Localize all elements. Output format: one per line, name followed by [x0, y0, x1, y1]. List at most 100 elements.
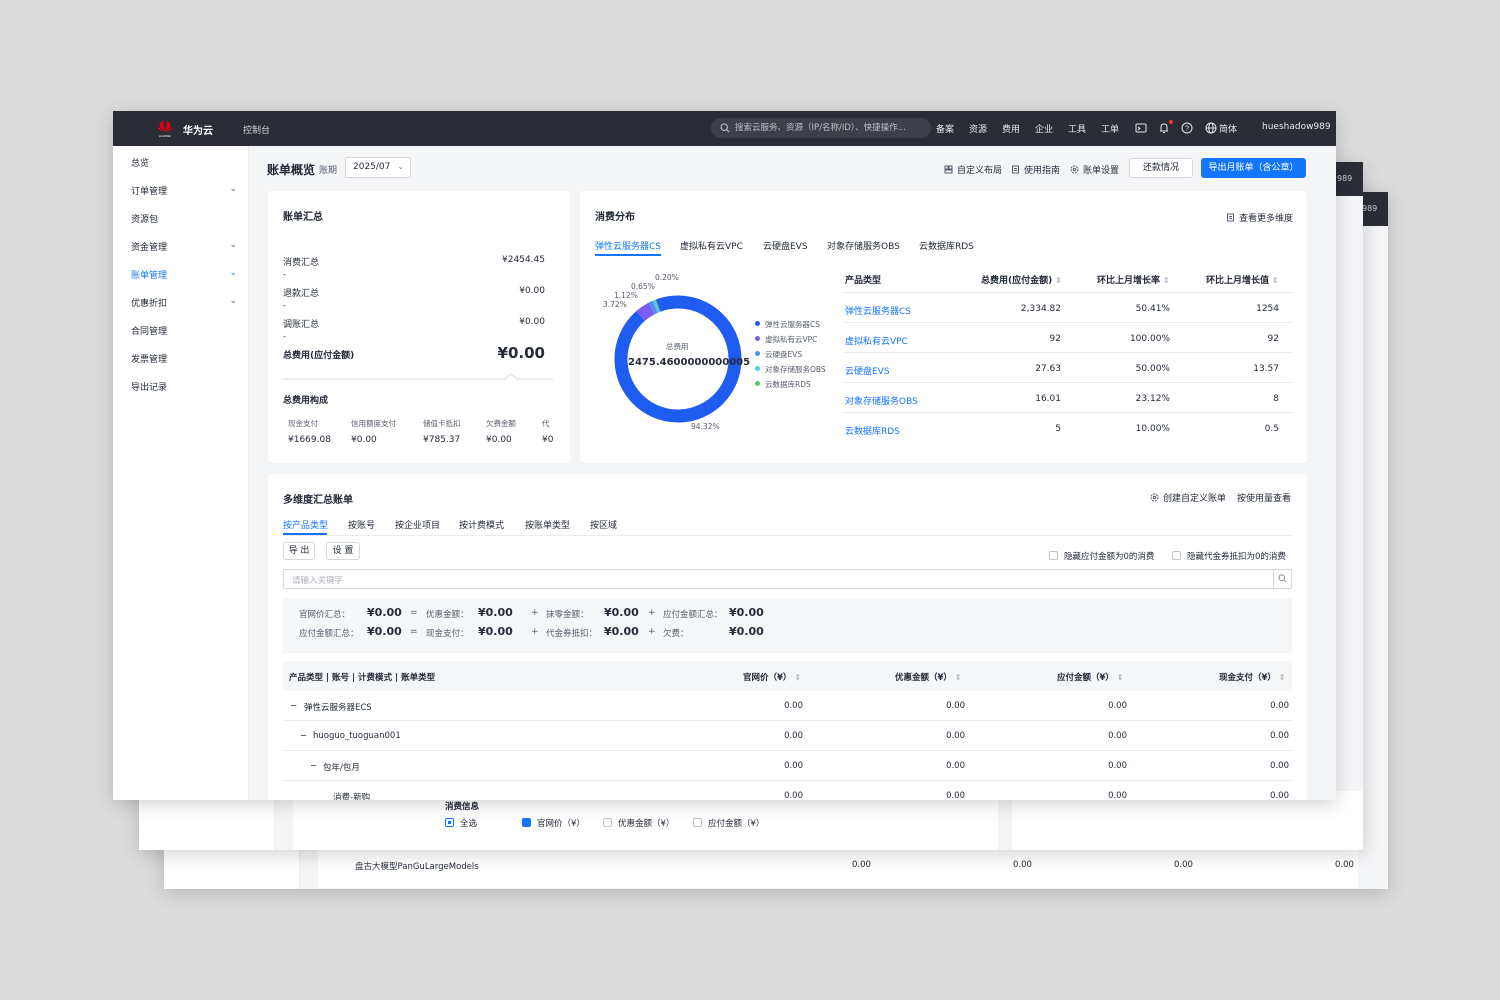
donut-slice[interactable] [648, 300, 658, 315]
gear-icon [1150, 493, 1159, 502]
background-user: 989 [1337, 174, 1353, 183]
brand-name[interactable]: 华为云 [183, 122, 213, 137]
donut-slice[interactable] [636, 302, 655, 321]
checkbox-discount[interactable]: 优惠金额（¥） [603, 817, 674, 829]
custom-layout-link[interactable]: 自定义布局 [944, 163, 1002, 176]
rate-cell: 50.00% [1135, 364, 1170, 374]
sidebar-item-funds[interactable]: 资金管理 ⌄ [131, 240, 237, 253]
background-table-row: 盘古大模型PanGuLargeModels 0.00 0.00 0.00 0.0… [318, 848, 1358, 888]
legend-item[interactable]: 弹性云服务器CS [755, 319, 820, 330]
export-button[interactable]: 导 出 [283, 542, 315, 560]
hide-zero-payable-checkbox[interactable]: 隐藏应付金额为0的消费 [1049, 550, 1154, 562]
nav-billing[interactable]: 费用 [1002, 122, 1020, 135]
product-link[interactable]: 虚拟私有云VPC [845, 334, 908, 347]
main-content: 账单概览 账期 2025/07 ⌄ 自定义布局 使用指南 账单设置 还款情况 导出… [249, 146, 1336, 800]
globe-icon[interactable] [1205, 122, 1217, 134]
sort-icon: ⇕ [794, 673, 802, 682]
legend-item[interactable]: 云硬盘EVS [755, 349, 802, 360]
tab-by-product[interactable]: 按产品类型 [283, 518, 328, 531]
user-guide-link[interactable]: 使用指南 [1011, 163, 1060, 176]
product-link[interactable]: 对象存储服务OBS [845, 394, 918, 407]
period-label: 账期 [319, 166, 338, 176]
create-custom-bill-link[interactable]: 创建自定义账单 [1150, 491, 1226, 504]
chevron-down-icon: ⌄ [229, 184, 237, 194]
donut-slice[interactable] [652, 299, 660, 313]
sidebar-item-discounts[interactable]: 优惠折扣 ⌄ [131, 296, 237, 309]
nav-tools[interactable]: 工具 [1068, 122, 1086, 135]
help-icon[interactable]: ? [1181, 122, 1193, 134]
collapse-toggle[interactable]: − [290, 701, 297, 711]
tab-by-account[interactable]: 按账号 [348, 518, 375, 531]
nav-tickets[interactable]: 工单 [1101, 122, 1119, 135]
sidebar-item-resource-packs[interactable]: 资源包 [131, 212, 237, 225]
terminal-icon[interactable] [1135, 122, 1147, 134]
col-payable[interactable]: 应付金额（¥） ⇕ [1057, 671, 1124, 683]
more-dimensions-link[interactable]: 查看更多维度 [1226, 211, 1293, 224]
sort-icon: ⇕ [1278, 673, 1286, 682]
formula-label: 应付金额汇总： [299, 629, 359, 639]
checkbox-payable[interactable]: 应付金额（¥） [693, 817, 764, 829]
tab-obs[interactable]: 对象存储服务OBS [827, 239, 900, 252]
sidebar-item-contracts[interactable]: 合同管理 [131, 324, 237, 337]
sidebar-item-overview[interactable]: 总览 [131, 156, 237, 169]
col-discount[interactable]: 优惠金额（¥） ⇕ [895, 671, 962, 683]
formula-operator: + [531, 627, 539, 637]
consumption-summary-row: 消费汇总 ¥2454.45 [283, 255, 545, 268]
total-cell: 27.63 [1035, 364, 1061, 374]
console-link[interactable]: 控制台 [243, 123, 270, 136]
tab-rds[interactable]: 云数据库RDS [919, 239, 974, 252]
sidebar-item-orders[interactable]: 订单管理 ⌄ [131, 184, 237, 197]
collapse-toggle[interactable]: − [310, 761, 317, 771]
product-link[interactable]: 弹性云服务器CS [845, 304, 911, 317]
search-button[interactable] [1273, 570, 1291, 588]
table-row: 虚拟私有云VPC 92 100.00% 92 [843, 322, 1293, 352]
bell-icon[interactable] [1158, 122, 1170, 134]
tab-by-billing-mode[interactable]: 按计费模式 [459, 518, 504, 531]
select-all-checkbox[interactable]: 全选 [445, 817, 477, 829]
tab-vpc[interactable]: 虚拟私有云VPC [680, 239, 743, 252]
row-value: 0.00 [852, 860, 871, 870]
sidebar-item-export-records[interactable]: 导出记录 [131, 380, 237, 393]
keyword-search-input[interactable]: 请输入关键字 [283, 569, 1292, 589]
tab-ecs[interactable]: 弹性云服务器CS [595, 239, 661, 252]
repayment-status-button[interactable]: 还款情况 [1129, 158, 1193, 178]
billing-console-window: HUAWEI 华为云 控制台 搜索云服务、资源（IP/名称/ID）、快捷操作..… [113, 111, 1336, 800]
col-list-price[interactable]: 官网价（¥） ⇕ [743, 671, 801, 683]
settings-button[interactable]: 设 置 [326, 542, 360, 560]
export-monthly-bill-button[interactable]: 导出月账单（含公章） [1201, 158, 1306, 178]
col-total-cost[interactable]: 总费用(应付金额) ⇕ [981, 273, 1062, 286]
col-mom-rate[interactable]: 环比上月增长率 ⇕ [1097, 273, 1170, 286]
sidebar-item-billing[interactable]: 账单管理 ⌄ [131, 268, 237, 281]
nav-resources[interactable]: 资源 [969, 122, 987, 135]
total-cell: 92 [1049, 334, 1061, 344]
nav-enterprise[interactable]: 企业 [1035, 122, 1053, 135]
cell-value: 0.00 [784, 731, 803, 741]
legend-item[interactable]: 云数据库RDS [755, 379, 811, 390]
period-select[interactable]: 2025/07 ⌄ [345, 157, 411, 178]
col-cash[interactable]: 现金支付（¥） ⇕ [1219, 671, 1286, 683]
tab-evs[interactable]: 云硬盘EVS [763, 239, 808, 252]
row-value: 0.00 [1335, 860, 1354, 870]
legend-item[interactable]: 虚拟私有云VPC [755, 334, 817, 345]
nav-filing[interactable]: 备案 [936, 122, 954, 135]
tab-by-region[interactable]: 按区域 [590, 518, 617, 531]
bill-settings-link[interactable]: 账单设置 [1070, 163, 1119, 176]
col-mom-growth[interactable]: 环比上月增长值 ⇕ [1206, 273, 1279, 286]
product-link[interactable]: 云数据库RDS [845, 424, 900, 437]
tab-by-enterprise-project[interactable]: 按企业项目 [395, 518, 440, 531]
language-switch[interactable]: 简体 [1219, 122, 1237, 135]
hide-zero-coupon-checkbox[interactable]: 隐藏代金券抵扣为0的消费 [1172, 550, 1286, 562]
global-search-input[interactable]: 搜索云服务、资源（IP/名称/ID）、快捷操作... [711, 118, 931, 138]
collapse-toggle[interactable]: − [300, 731, 307, 741]
view-by-usage-link[interactable]: 按使用量查看 [1237, 491, 1291, 504]
user-account[interactable]: hueshadow989 [1262, 122, 1331, 132]
tab-by-bill-type[interactable]: 按账单类型 [525, 518, 570, 531]
product-link[interactable]: 云硬盘EVS [845, 364, 890, 377]
checkbox-list-price[interactable]: 官网价（¥） [522, 817, 585, 829]
pct-label: 0.20% [655, 273, 679, 282]
legend-item[interactable]: 对象存储服务OBS [755, 364, 826, 375]
sidebar-item-invoices[interactable]: 发票管理 [131, 352, 237, 365]
notification-dot [1169, 120, 1173, 124]
growth-cell: 92 [1267, 334, 1279, 344]
refund-summary-row: 退款汇总 ¥0.00 [283, 286, 545, 299]
